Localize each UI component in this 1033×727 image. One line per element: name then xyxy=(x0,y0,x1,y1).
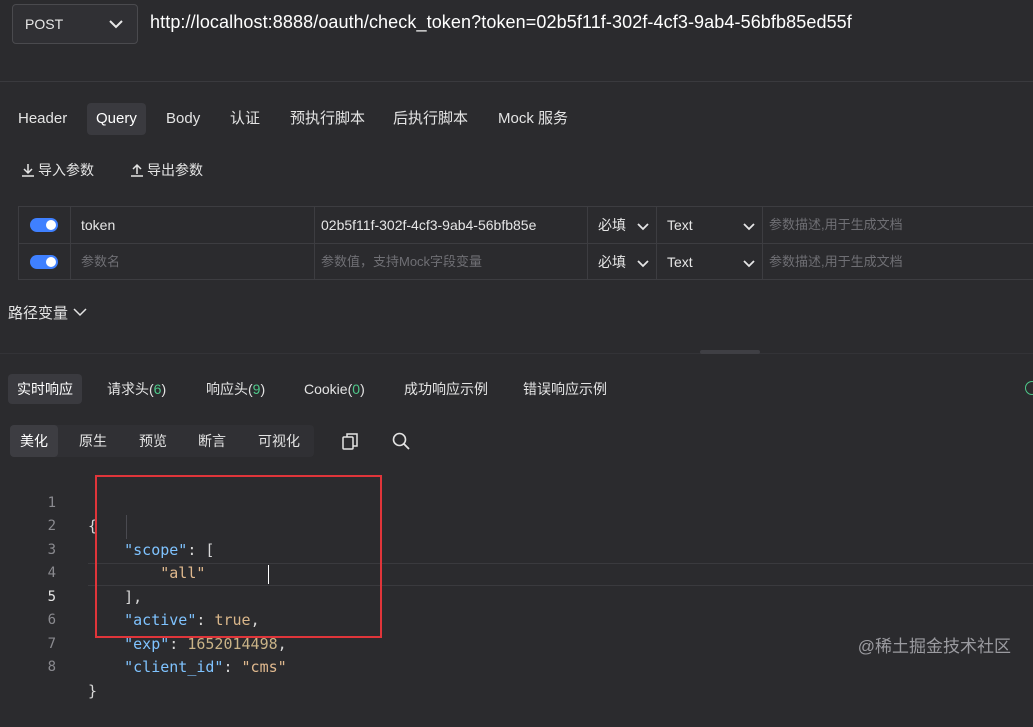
count-badge: 0 xyxy=(352,381,361,397)
tab-response-headers[interactable]: 响应头(9) xyxy=(197,374,274,404)
param-required-select[interactable]: 必填 xyxy=(598,207,638,243)
tab-preview[interactable]: 预览 xyxy=(129,425,177,457)
param-value-field[interactable]: 参数值，支持Mock字段变量 xyxy=(321,244,583,280)
tab-request-headers[interactable]: 请求头(6) xyxy=(98,374,175,404)
path-variables-toggle[interactable]: 路径变量 xyxy=(8,302,88,323)
tab-label: 请求头 xyxy=(107,381,149,397)
method-label: POST xyxy=(25,16,64,32)
params-table: token 02b5f11f-302f-4cf3-9ab4-56bfb85e 必… xyxy=(18,206,1033,280)
code-line: 7 "client_id": "cms" xyxy=(0,609,287,677)
method-select[interactable]: POST xyxy=(12,4,138,44)
tab-post-script[interactable]: 后执行脚本 xyxy=(384,103,477,135)
chevron-down-icon xyxy=(73,308,87,317)
count-badge: 6 xyxy=(153,381,162,397)
param-type-select[interactable]: Text xyxy=(667,207,727,243)
tab-mock-service[interactable]: Mock 服务 xyxy=(489,103,577,135)
upload-icon xyxy=(131,163,143,177)
import-params-button[interactable]: 导入参数 xyxy=(20,158,94,182)
copy-icon[interactable] xyxy=(339,430,361,452)
tab-realtime-response[interactable]: 实时响应 xyxy=(8,374,82,404)
param-name-field[interactable]: token xyxy=(81,207,306,243)
divider xyxy=(0,353,1033,354)
code-line: 1 { xyxy=(0,468,97,536)
json-key: "client_id" xyxy=(124,658,224,676)
tab-pre-script[interactable]: 预执行脚本 xyxy=(281,103,374,135)
param-description-field[interactable]: 参数描述,用于生成文档 xyxy=(769,207,1033,243)
tab-body[interactable]: Body xyxy=(157,103,209,135)
highlight-box xyxy=(95,475,382,638)
status-icon xyxy=(1025,381,1033,395)
code-line: 6 "exp": 1652014498, xyxy=(0,586,287,653)
tab-cookie[interactable]: Cookie(0) xyxy=(295,374,374,404)
tab-success-example[interactable]: 成功响应示例 xyxy=(395,374,497,404)
export-params-button[interactable]: 导出参数 xyxy=(129,158,203,182)
tab-visualize[interactable]: 可视化 xyxy=(248,425,310,457)
chevron-down-icon xyxy=(637,223,649,231)
path-variables-label: 路径变量 xyxy=(8,305,69,322)
url-input[interactable]: http://localhost:8888/oauth/check_token?… xyxy=(150,12,852,33)
code-text: } xyxy=(88,681,98,700)
tab-query[interactable]: Query xyxy=(87,103,146,135)
table-row: token 02b5f11f-302f-4cf3-9ab4-56bfb85e 必… xyxy=(18,207,1033,243)
code-line: 3 "all" xyxy=(0,515,206,583)
import-params-label: 导入参数 xyxy=(38,162,94,178)
param-enabled-toggle[interactable] xyxy=(30,255,58,269)
code-line: 4 ], xyxy=(0,539,143,606)
param-type-select[interactable]: Text xyxy=(667,244,727,280)
param-description-field[interactable]: 参数描述,用于生成文档 xyxy=(769,244,1033,280)
chevron-down-icon xyxy=(743,260,755,268)
code-text: "client_id": "cms" xyxy=(124,658,287,676)
count-badge: 9 xyxy=(252,381,261,397)
param-required-select[interactable]: 必填 xyxy=(598,244,638,280)
search-icon[interactable] xyxy=(390,430,412,452)
export-params-label: 导出参数 xyxy=(147,162,203,178)
table-row: 参数名 参数值，支持Mock字段变量 必填 Text 参数描述,用于生成文档 xyxy=(18,243,1033,280)
resize-handle[interactable] xyxy=(700,350,760,354)
download-icon xyxy=(22,164,34,177)
chevron-down-icon xyxy=(637,260,649,268)
tab-auth[interactable]: 认证 xyxy=(221,103,269,135)
param-enabled-toggle[interactable] xyxy=(30,218,58,232)
tab-label: Cookie xyxy=(304,381,348,397)
code-line: 8 } xyxy=(0,633,97,700)
chevron-down-icon xyxy=(743,223,755,231)
code-line: 2 "scope": [ xyxy=(0,492,215,559)
line-number: 8 xyxy=(47,659,56,675)
chevron-down-icon xyxy=(109,20,123,29)
param-value-field[interactable]: 02b5f11f-302f-4cf3-9ab4-56bfb85e xyxy=(321,207,583,243)
tab-error-example[interactable]: 错误响应示例 xyxy=(514,374,616,404)
tab-label: 响应头 xyxy=(206,381,248,397)
tab-beautify[interactable]: 美化 xyxy=(10,425,58,457)
divider xyxy=(0,81,1033,82)
param-name-field[interactable]: 参数名 xyxy=(81,244,306,280)
json-string: "cms" xyxy=(241,658,287,676)
tab-raw[interactable]: 原生 xyxy=(69,425,117,457)
tab-header[interactable]: Header xyxy=(9,103,76,135)
watermark: @稀土掘金技术社区 xyxy=(857,637,1011,656)
code-line: 5 "active": true, xyxy=(0,562,260,630)
tab-assertion[interactable]: 断言 xyxy=(188,425,236,457)
